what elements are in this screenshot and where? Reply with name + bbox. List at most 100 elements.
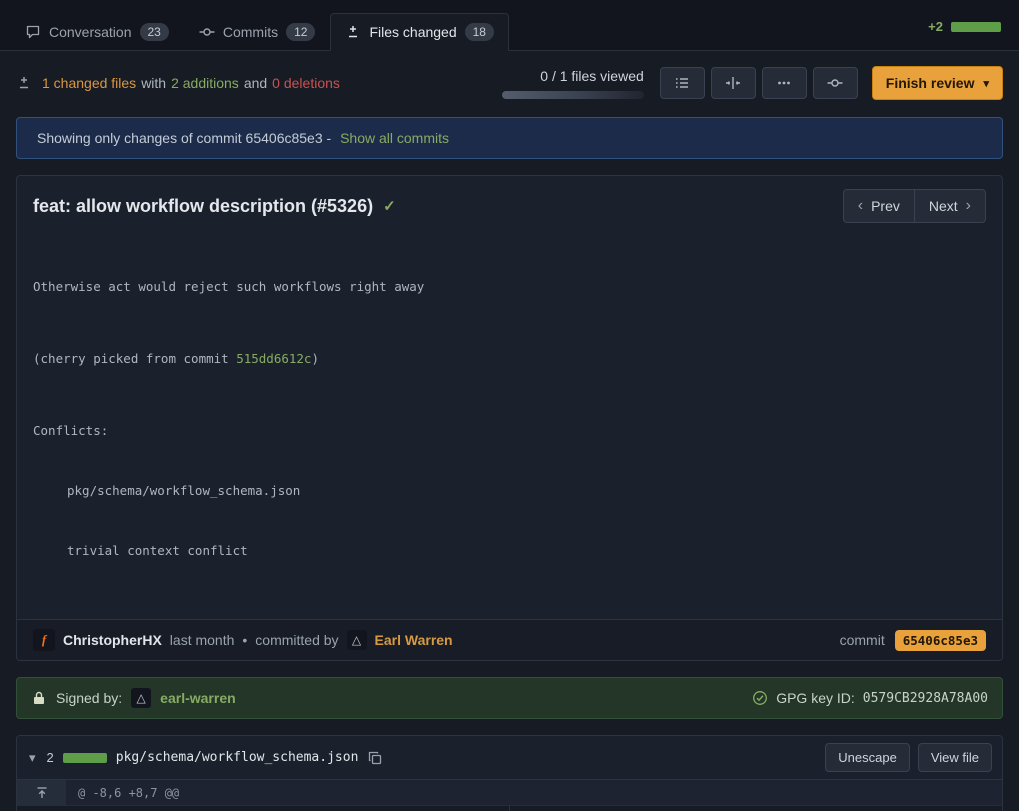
conflicts-title: Conflicts: [33,421,986,441]
commit-header: feat: allow workflow description (#5326)… [17,176,1002,231]
line-number-new[interactable]: 8 [510,806,552,811]
diff-left-side: 8 "on": "on", 9 "name": "workflow-name",… [17,806,510,811]
line-number-old[interactable]: 8 [17,806,59,811]
tab-commits-label: Commits [223,24,278,40]
diff-toolbar: 0 / 1 files viewed Finish review ▾ [502,66,1003,100]
copy-path-icon[interactable] [367,750,383,766]
changed-files-summary: 1 changed files with 2 additions and 0 d… [42,75,340,91]
hunk-header: @ -8,6 +8,7 @@ [66,780,179,805]
prev-commit-label: Prev [871,198,900,214]
diff-file-box: ▾ 2 pkg/schema/workflow_schema.json Unes… [16,735,1003,811]
prev-commit-button[interactable]: ‹ Prev [843,189,915,223]
commit-message: Otherwise act would reject such workflow… [17,231,1002,619]
gpg-info: GPG key ID: 0579CB2928A78A00 [752,690,988,706]
files-viewed-progress [502,91,644,99]
tab-commits[interactable]: Commits 12 [184,13,331,50]
comment-icon [25,24,41,40]
finish-review-label: Finish review [886,75,975,91]
signer-name[interactable]: earl-warren [160,690,235,706]
gpg-key-label: GPG key ID: [776,690,855,706]
commit-time: last month [170,632,235,648]
chevron-right-icon: › [966,197,971,215]
tab-conversation[interactable]: Conversation 23 [10,13,184,50]
files-changed-count-badge: 18 [465,23,494,41]
separator-dot: • [242,632,247,648]
chevron-left-icon: ‹ [858,197,863,215]
unescape-button[interactable]: Unescape [825,743,910,772]
conflicts-note: trivial context conflict [33,541,986,561]
show-all-commits-link[interactable]: Show all commits [340,130,449,146]
summary-with-label: with [141,75,166,91]
hunk-row: @ -8,6 +8,7 @@ [17,780,1002,806]
caret-down-icon: ▾ [983,77,989,90]
next-commit-button[interactable]: Next › [914,189,986,223]
file-diff-stat-bar [63,753,107,763]
committer-name[interactable]: Earl Warren [375,632,453,648]
tab-files-changed-label: Files changed [369,24,456,40]
tab-conversation-label: Conversation [49,24,132,40]
commit-label: commit [840,632,885,648]
split-diff: 8 "on": "on", 9 "name": "workflow-name",… [17,806,1002,811]
diff-view-toggle-button[interactable] [711,67,756,99]
verified-shield-icon [752,690,768,706]
commit-message-line: Otherwise act would reject such workflow… [33,277,986,297]
summary-and-label: and [244,75,267,91]
diff-icon [345,24,361,40]
conflicts-file: pkg/schema/workflow_schema.json [33,481,986,501]
verified-check-icon: ✓ [383,197,396,215]
committer-avatar[interactable]: △ [347,630,367,650]
commit-filter-banner: Showing only changes of commit 65406c85e… [16,117,1003,159]
commit-icon [827,75,843,91]
signer-avatar[interactable]: △ [131,688,151,708]
file-path: pkg/schema/workflow_schema.json [116,750,359,765]
ellipsis-icon [776,75,792,91]
file-tree-toggle-button[interactable] [660,67,705,99]
cherry-pick-close: ) [311,351,319,366]
commit-author-bar: f ChristopherHX last month • committed b… [17,619,1002,660]
signature-bar: Signed by: △ earl-warren GPG key ID: 057… [16,677,1003,719]
deletions-count: 0 deletions [272,75,340,91]
cherry-pick-hash-link[interactable]: 515dd6612c [236,351,311,366]
global-additions-count: +2 [928,19,943,34]
diff-row: 8 "on": "on", [510,806,1003,811]
commit-sha-badge[interactable]: 65406c85e3 [895,630,986,651]
additions-count: 2 additions [171,75,239,91]
gpg-key-value: 0579CB2928A78A00 [863,691,988,706]
file-changes-count: 2 [47,750,54,765]
pr-tab-bar: Conversation 23 Commits 12 Files changed… [0,0,1019,51]
changed-files-icon [16,75,32,91]
view-file-button[interactable]: View file [918,743,992,772]
commit-title: feat: allow workflow description (#5326) [33,196,373,217]
commit-icon [199,24,215,40]
finish-review-button[interactable]: Finish review ▾ [872,66,1003,100]
signed-by-label: Signed by: [56,690,122,706]
banner-text: Showing only changes of commit 65406c85e… [37,130,331,146]
cherry-pick-line: (cherry picked from commit 515dd6612c) [33,349,986,369]
expand-hunk-button[interactable] [17,780,66,805]
global-diff-stat-bar [951,22,1001,32]
commit-box: feat: allow workflow description (#5326)… [16,175,1003,661]
committer-avatar-glyph: △ [352,633,361,647]
file-tree-icon [674,75,690,91]
file-actions: Unescape View file [825,743,992,772]
commits-list-button[interactable] [813,67,858,99]
global-diff-stats: +2 [928,19,1009,50]
diff-row: 8 "on": "on", [17,806,509,811]
changed-files-count: 1 changed files [42,75,136,91]
conversation-count-badge: 23 [140,23,169,41]
commit-sha-area: commit 65406c85e3 [840,630,986,651]
split-view-icon [725,75,741,91]
author-name[interactable]: ChristopherHX [63,632,162,648]
author-avatar-glyph: f [42,632,46,648]
collapse-file-icon[interactable]: ▾ [27,750,38,766]
author-avatar[interactable]: f [33,629,55,651]
signer-avatar-glyph: △ [137,691,146,705]
diff-options-button[interactable] [762,67,807,99]
expand-up-icon [34,785,50,801]
committed-by-label: committed by [255,632,338,648]
tab-files-changed[interactable]: Files changed 18 [330,13,509,51]
commits-count-badge: 12 [286,23,315,41]
lock-icon [31,690,47,706]
diff-summary-bar: 1 changed files with 2 additions and 0 d… [0,51,1019,115]
files-viewed-label: 0 / 1 files viewed [540,68,644,84]
